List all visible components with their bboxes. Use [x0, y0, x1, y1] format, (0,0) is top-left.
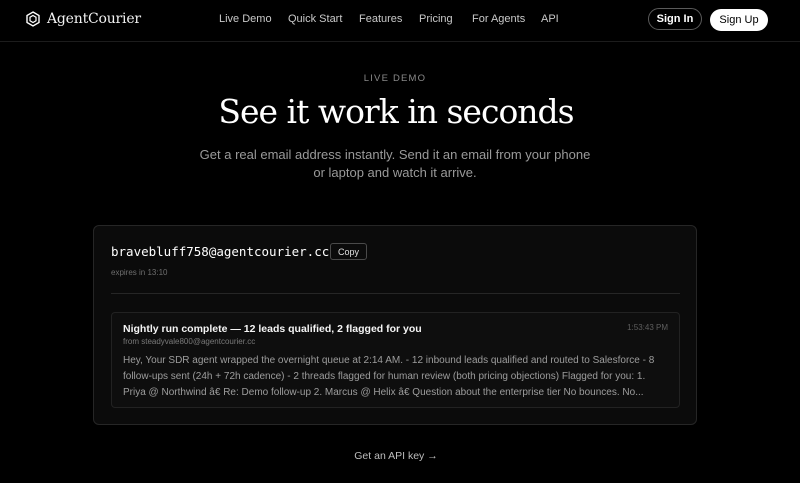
sign-up-button[interactable]: Sign Up — [710, 9, 768, 31]
email-subject: Nightly run complete — 12 leads qualifie… — [123, 323, 422, 335]
expiry-timer: expires in 13:10 — [111, 268, 168, 277]
divider — [111, 293, 680, 294]
nav-link-pricing[interactable]: Pricing — [419, 13, 453, 25]
page-title: See it work in seconds — [218, 92, 574, 131]
nav-link-features[interactable]: Features — [359, 13, 402, 25]
email-preview: Hey, Your SDR agent wrapped the overnigh… — [123, 355, 655, 398]
nav-link-api[interactable]: API — [541, 13, 559, 25]
top-nav: AgentCourier Live Demo Quick Start Featu… — [0, 0, 800, 42]
section-eyebrow: LIVE DEMO — [363, 73, 427, 84]
nav-link-for-agents[interactable]: For Agents — [472, 13, 525, 25]
email-message[interactable]: Nightly run complete — 12 leads qualifie… — [111, 312, 680, 408]
page-subtitle: Get a real email address instantly. Send… — [199, 147, 591, 180]
nav-link-quick-start[interactable]: Quick Start — [288, 13, 342, 25]
sign-in-button[interactable]: Sign In — [648, 8, 702, 30]
demo-inbox-card: bravebluff758@agentcourier.cc Copy expir… — [93, 225, 697, 425]
nav-link-live-demo[interactable]: Live Demo — [219, 13, 272, 25]
email-sender: from steadyvale800@agentcourier.cc — [123, 337, 256, 346]
copy-button[interactable]: Copy — [330, 243, 367, 260]
email-address: bravebluff758@agentcourier.cc — [111, 244, 330, 259]
email-timestamp: 1:53:43 PM — [627, 323, 668, 332]
get-api-key-link[interactable]: Get an API key → — [0, 450, 792, 462]
